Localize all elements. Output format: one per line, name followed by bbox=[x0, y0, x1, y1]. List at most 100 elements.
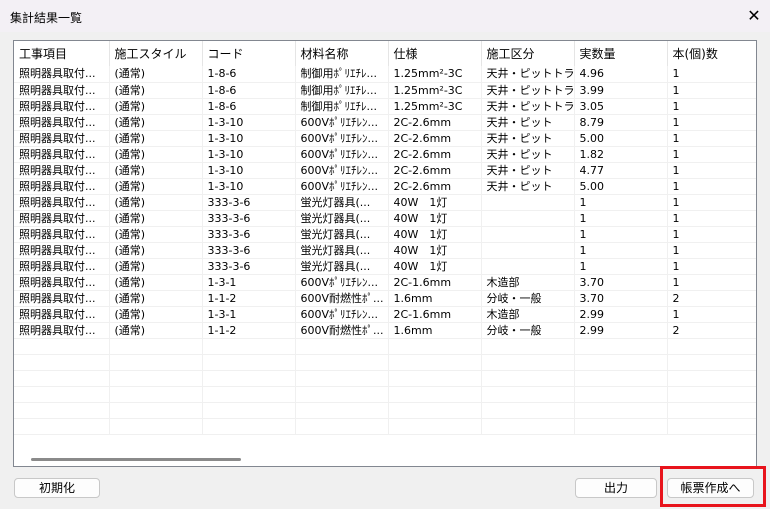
table-cell: 照明器具取付... bbox=[14, 242, 110, 259]
table-cell bbox=[388, 386, 482, 403]
column-header[interactable]: 施工スタイル bbox=[109, 41, 203, 66]
table-row[interactable]: 照明器具取付... (通常) 1-1-2 600V耐燃性ﾎﾟ... 1.6mm 分岐・一般… bbox=[14, 290, 756, 307]
table-row[interactable]: 照明器具取付... (通常) 1-3-10 600Vﾎﾟﾘｴﾁﾚﾝ... 2C-2.6m… bbox=[14, 114, 756, 131]
table-header: 工事項目 施工スタイル コード 材料名称 仕様 施工区分 実数量 本(個)数 bbox=[14, 41, 756, 66]
table-row[interactable]: 照明器具取付... (通常) 333-3-6 蛍光灯器具(... 40W 1灯 1 1 bbox=[14, 194, 756, 211]
column-header[interactable]: コード bbox=[202, 41, 296, 66]
table-row[interactable]: 照明器具取付... (通常) 333-3-6 蛍光灯器具(... 40W 1灯 1 1 bbox=[14, 242, 756, 259]
table-row[interactable]: 照明器具取付... (通常) 333-3-6 蛍光灯器具(... 40W 1灯 1 1 bbox=[14, 210, 756, 227]
empty-row[interactable] bbox=[14, 418, 756, 435]
table-row[interactable]: 照明器具取付... (通常) 1-8-6 制御用ﾎﾟﾘｴﾁﾚ... 1.25mm²-3C… bbox=[14, 66, 756, 83]
table-cell bbox=[667, 402, 756, 419]
column-header[interactable]: 本(個)数 bbox=[667, 41, 756, 66]
table-cell: 3.99 bbox=[574, 82, 668, 99]
table-cell: 2.99 bbox=[574, 306, 668, 323]
table-cell bbox=[109, 338, 203, 355]
table-cell: 照明器具取付... bbox=[14, 226, 110, 243]
table-cell bbox=[202, 402, 296, 419]
table-cell bbox=[14, 338, 110, 355]
table-cell: 2C-2.6mm bbox=[388, 114, 482, 131]
table-row[interactable]: 照明器具取付... (通常) 1-3-10 600Vﾎﾟﾘｴﾁﾚﾝ... 2C-2.6m… bbox=[14, 146, 756, 163]
table-row[interactable]: 照明器具取付... (通常) 1-3-1 600Vﾎﾟﾘｴﾁﾚﾝ... 2C-1.6mm… bbox=[14, 306, 756, 323]
column-header[interactable]: 仕様 bbox=[388, 41, 482, 66]
table-cell: 1-3-10 bbox=[202, 178, 296, 195]
table-cell: 1 bbox=[667, 146, 756, 163]
output-button[interactable]: 出力 bbox=[575, 478, 657, 498]
table-cell bbox=[202, 338, 296, 355]
table-cell: 天井・ピット bbox=[481, 162, 575, 179]
table-cell: 333-3-6 bbox=[202, 226, 296, 243]
table-cell bbox=[574, 418, 668, 435]
table-cell: 照明器具取付... bbox=[14, 290, 110, 307]
table-row[interactable]: 照明器具取付... (通常) 333-3-6 蛍光灯器具(... 40W 1灯 1 1 bbox=[14, 258, 756, 275]
table-cell bbox=[109, 418, 203, 435]
table-cell: 2.99 bbox=[574, 322, 668, 339]
reset-button[interactable]: 初期化 bbox=[14, 478, 100, 498]
table-row[interactable]: 照明器具取付... (通常) 1-8-6 制御用ﾎﾟﾘｴﾁﾚ... 1.25mm²-3C… bbox=[14, 82, 756, 99]
column-header[interactable]: 材料名称 bbox=[295, 41, 389, 66]
highlight-box bbox=[660, 466, 766, 507]
table-row[interactable]: 照明器具取付... (通常) 333-3-6 蛍光灯器具(... 40W 1灯 1 1 bbox=[14, 226, 756, 243]
table-cell bbox=[14, 418, 110, 435]
table-cell: 天井・ピットトラ... bbox=[481, 82, 575, 99]
table-cell: 1 bbox=[574, 226, 668, 243]
table-cell: 3.05 bbox=[574, 98, 668, 115]
column-header[interactable]: 施工区分 bbox=[481, 41, 575, 66]
table-cell: 1-1-2 bbox=[202, 290, 296, 307]
table-cell bbox=[109, 402, 203, 419]
table-row[interactable]: 照明器具取付... (通常) 1-1-2 600V耐燃性ﾎﾟ... 1.6mm 分岐・一般… bbox=[14, 322, 756, 339]
table-cell: 1 bbox=[667, 162, 756, 179]
table-cell: 1 bbox=[667, 178, 756, 195]
table-cell: 蛍光灯器具(... bbox=[295, 242, 389, 259]
table-cell: 1 bbox=[667, 306, 756, 323]
table-row[interactable]: 照明器具取付... (通常) 1-3-10 600Vﾎﾟﾘｴﾁﾚﾝ... 2C-2.6m… bbox=[14, 162, 756, 179]
table-cell: 照明器具取付... bbox=[14, 82, 110, 99]
table-cell: 天井・ピット bbox=[481, 114, 575, 131]
table-cell bbox=[388, 354, 482, 371]
table-cell bbox=[667, 418, 756, 435]
table-cell: (通常) bbox=[109, 66, 203, 83]
close-icon[interactable]: ✕ bbox=[744, 6, 764, 26]
table-cell: (通常) bbox=[109, 162, 203, 179]
table-cell bbox=[574, 402, 668, 419]
horizontal-scrollbar[interactable] bbox=[15, 453, 755, 465]
table-cell bbox=[481, 402, 575, 419]
table-cell bbox=[388, 402, 482, 419]
table-cell: 1-3-1 bbox=[202, 306, 296, 323]
column-header[interactable]: 工事項目 bbox=[14, 41, 110, 66]
table-cell bbox=[295, 418, 389, 435]
table-cell: 天井・ピット bbox=[481, 146, 575, 163]
table-row[interactable]: 照明器具取付... (通常) 1-3-10 600Vﾎﾟﾘｴﾁﾚﾝ... 2C-2.6m… bbox=[14, 130, 756, 147]
empty-row[interactable] bbox=[14, 386, 756, 403]
empty-row[interactable] bbox=[14, 370, 756, 387]
table-cell bbox=[109, 370, 203, 387]
table-cell: (通常) bbox=[109, 130, 203, 147]
table-cell: 蛍光灯器具(... bbox=[295, 258, 389, 275]
empty-row[interactable] bbox=[14, 402, 756, 419]
results-table[interactable]: 工事項目 施工スタイル コード 材料名称 仕様 施工区分 実数量 本(個)数 照明器具取付..… bbox=[13, 40, 757, 467]
table-row[interactable]: 照明器具取付... (通常) 1-3-10 600Vﾎﾟﾘｴﾁﾚﾝ... 2C-2.6m… bbox=[14, 178, 756, 195]
table-row[interactable]: 照明器具取付... (通常) 1-8-6 制御用ﾎﾟﾘｴﾁﾚ... 1.25mm²-3C… bbox=[14, 98, 756, 115]
column-header[interactable]: 実数量 bbox=[574, 41, 668, 66]
title-bar: 集計結果一覧 ✕ bbox=[0, 0, 770, 32]
table-cell: 1-8-6 bbox=[202, 98, 296, 115]
table-cell: (通常) bbox=[109, 178, 203, 195]
table-cell: 1.82 bbox=[574, 146, 668, 163]
table-row[interactable]: 照明器具取付... (通常) 1-3-1 600Vﾎﾟﾘｴﾁﾚﾝ... 2C-1.6mm… bbox=[14, 274, 756, 291]
table-cell: (通常) bbox=[109, 274, 203, 291]
empty-row[interactable] bbox=[14, 338, 756, 355]
scrollbar-thumb[interactable] bbox=[31, 458, 241, 461]
table-cell bbox=[481, 354, 575, 371]
table-cell bbox=[481, 242, 575, 259]
table-cell bbox=[295, 338, 389, 355]
empty-row[interactable] bbox=[14, 354, 756, 371]
table-cell: 照明器具取付... bbox=[14, 130, 110, 147]
table-cell bbox=[574, 370, 668, 387]
table-cell: 600Vﾎﾟﾘｴﾁﾚﾝ... bbox=[295, 178, 389, 195]
table-cell: 2C-2.6mm bbox=[388, 130, 482, 147]
table-cell bbox=[481, 194, 575, 211]
table-cell: 1.25mm²-3C bbox=[388, 98, 482, 115]
table-cell: (通常) bbox=[109, 242, 203, 259]
table-cell: 40W 1灯 bbox=[388, 242, 482, 259]
table-cell bbox=[109, 354, 203, 371]
